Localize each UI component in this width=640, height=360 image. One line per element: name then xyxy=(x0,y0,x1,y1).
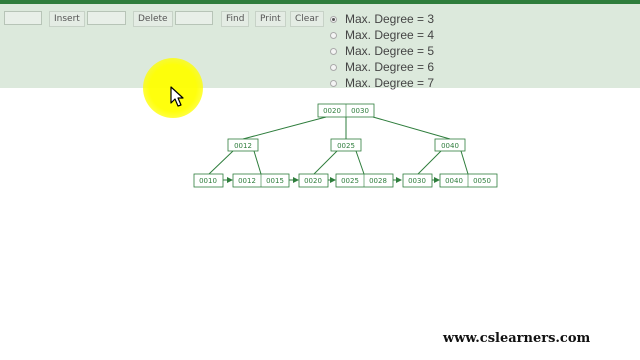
tree-edge xyxy=(417,150,442,175)
site-watermark: www.cslearners.com xyxy=(443,331,591,346)
internal-node: 0040 xyxy=(434,138,466,152)
node-key: 0040 xyxy=(445,177,463,185)
leaf-node: 0040 0050 xyxy=(439,173,498,188)
node-key: 0015 xyxy=(266,177,284,185)
leaf-node: 0020 xyxy=(298,173,329,188)
bplus-tree-canvas: 0020 0030 0012 0025 0040 0010 0012 0015 … xyxy=(193,103,498,188)
leaf-node: 0025 0028 xyxy=(335,173,394,188)
internal-node: 0012 xyxy=(227,138,259,152)
root-node: 0020 0030 xyxy=(317,103,375,118)
node-key: 0040 xyxy=(441,142,459,150)
tree-edge xyxy=(460,150,469,175)
node-key: 0020 xyxy=(304,177,322,185)
node-key: 0012 xyxy=(238,177,256,185)
node-key: 0030 xyxy=(351,107,369,115)
leaf-node: 0010 xyxy=(193,173,224,188)
leaf-node: 0030 xyxy=(402,173,433,188)
internal-node: 0025 xyxy=(330,138,362,152)
node-key: 0030 xyxy=(408,177,426,185)
tree-edge xyxy=(313,150,338,175)
node-key: 0025 xyxy=(341,177,359,185)
node-key: 0028 xyxy=(369,177,387,185)
node-key: 0012 xyxy=(234,142,252,150)
tree-edge xyxy=(242,116,327,140)
node-key: 0050 xyxy=(473,177,491,185)
tree-edge xyxy=(355,150,365,175)
node-key: 0020 xyxy=(323,107,341,115)
tree-edge xyxy=(372,116,451,140)
tree-edge xyxy=(253,150,262,175)
leaf-node: 0012 0015 xyxy=(232,173,290,188)
tree-edge xyxy=(208,150,234,175)
node-key: 0010 xyxy=(199,177,217,185)
node-key: 0025 xyxy=(337,142,355,150)
